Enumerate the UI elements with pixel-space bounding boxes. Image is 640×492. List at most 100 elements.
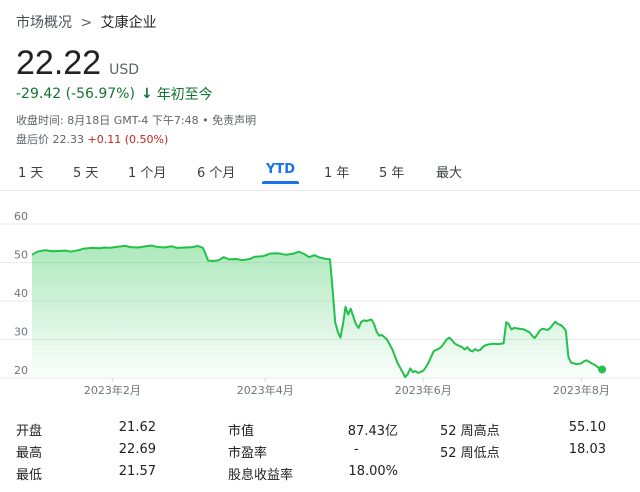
price-point bbox=[227, 258, 230, 261]
stat-value-open: 21.62 bbox=[118, 420, 156, 435]
price-point bbox=[479, 348, 482, 351]
stats-row: 最高 22.69 市盈率 - 52 周低点 18.03 bbox=[16, 442, 626, 462]
price-point bbox=[31, 253, 34, 256]
price-point bbox=[248, 258, 251, 261]
price-point bbox=[170, 245, 173, 248]
price-point bbox=[525, 330, 528, 333]
price-point bbox=[354, 323, 357, 326]
price-chart[interactable]: 20 30 40 50 60 2023年2月 2023年4月 2023年6月 2023年8月 bbox=[0, 200, 640, 410]
price-point bbox=[217, 259, 220, 262]
tab-1d[interactable]: 1 天 bbox=[18, 158, 43, 185]
price-change: -29.42 (-56.97%) ↓ 年初至今 bbox=[16, 84, 213, 104]
price-point bbox=[235, 258, 238, 261]
price-point bbox=[155, 245, 158, 248]
price-point bbox=[567, 355, 570, 358]
stat-value-52w-high: 55.10 bbox=[568, 420, 606, 435]
y-tick-label: 50 bbox=[14, 249, 28, 262]
breadcrumb-market-overview[interactable]: 市场概况 bbox=[16, 15, 72, 31]
price-point bbox=[411, 371, 414, 374]
breadcrumb-current: 艾康企业 bbox=[100, 15, 157, 31]
price-point bbox=[549, 326, 552, 329]
bullet-separator: • bbox=[202, 114, 209, 127]
arrow-down-icon: ↓ bbox=[140, 86, 153, 102]
price-point bbox=[386, 338, 389, 341]
price-point bbox=[585, 359, 588, 362]
price-point bbox=[538, 329, 541, 332]
price-point bbox=[341, 323, 344, 326]
stat-label-market-cap: 市值 bbox=[228, 424, 255, 439]
stat-label-low: 最低 bbox=[16, 468, 43, 483]
price-point bbox=[360, 321, 363, 324]
price-point bbox=[375, 330, 378, 333]
tab-5d[interactable]: 5 天 bbox=[73, 158, 98, 185]
price-point bbox=[404, 376, 407, 379]
price-point bbox=[562, 326, 565, 329]
price-point bbox=[512, 326, 515, 329]
tab-1y[interactable]: 1 年 bbox=[324, 158, 349, 185]
price-point bbox=[396, 361, 399, 364]
price-point bbox=[450, 338, 453, 341]
price-point bbox=[595, 365, 598, 368]
price-point bbox=[269, 252, 272, 255]
tabs-divider bbox=[0, 190, 640, 191]
price-point bbox=[437, 347, 440, 350]
stat-label-52w-low: 52 周低点 bbox=[440, 446, 500, 461]
stat-value-dividend-yield: 18.00% bbox=[348, 464, 398, 479]
price-point bbox=[582, 360, 585, 363]
change-period: 年初至今 bbox=[156, 87, 213, 103]
price-point bbox=[507, 323, 510, 326]
price-point bbox=[196, 244, 199, 247]
currency-label: USD bbox=[109, 62, 140, 78]
tab-1m[interactable]: 1 个月 bbox=[128, 158, 166, 185]
price-point bbox=[64, 249, 67, 252]
price-point bbox=[440, 345, 443, 348]
y-tick-label: 20 bbox=[14, 364, 28, 377]
price-point bbox=[554, 320, 557, 323]
tab-5y[interactable]: 5 年 bbox=[379, 158, 404, 185]
price-point bbox=[575, 363, 578, 366]
disclaimer-link[interactable]: 免责声明 bbox=[212, 114, 256, 127]
price-point bbox=[481, 345, 484, 348]
price-point bbox=[590, 362, 593, 365]
stat-value-market-cap: 87.43亿 bbox=[347, 424, 398, 439]
price-point bbox=[502, 342, 505, 345]
x-tick-label: 2023年8月 bbox=[553, 383, 610, 397]
price-point bbox=[455, 343, 458, 346]
after-hours-price: 盘后价 22.33 bbox=[16, 133, 84, 146]
price-point bbox=[334, 321, 337, 324]
close-time-line: 收盘时间: 8月18日 GMT-4 下午7:48 • 免责声明 bbox=[16, 112, 256, 128]
stat-label-high: 最高 bbox=[16, 446, 43, 461]
price-point bbox=[176, 246, 179, 249]
price-point bbox=[145, 245, 148, 248]
price-point bbox=[331, 288, 334, 291]
price-point bbox=[51, 250, 54, 253]
price-point bbox=[69, 250, 72, 253]
price-point bbox=[284, 253, 287, 256]
tab-6m[interactable]: 6 个月 bbox=[197, 158, 235, 185]
breadcrumb-separator: > bbox=[80, 15, 93, 31]
price-point bbox=[424, 366, 427, 369]
x-tick-label: 2023年2月 bbox=[84, 383, 141, 397]
price-point bbox=[448, 336, 451, 339]
breadcrumb: 市场概况 > 艾康企业 bbox=[16, 12, 157, 32]
tab-ytd[interactable]: YTD bbox=[261, 158, 300, 184]
after-hours-line: 盘后价 22.33 +0.11 (0.50%) bbox=[16, 131, 168, 147]
after-hours-change: +0.11 (0.50%) bbox=[87, 133, 169, 146]
price-point bbox=[468, 349, 471, 352]
price-point bbox=[546, 328, 549, 331]
range-tabs: 1 天 5 天 1 个月 6 个月 YTD 1 年 5 年 最大 bbox=[0, 158, 640, 186]
current-price: 22.22 bbox=[16, 44, 102, 82]
price-point bbox=[443, 342, 446, 345]
price-point bbox=[432, 350, 435, 353]
price-point bbox=[365, 320, 368, 323]
y-tick-label: 30 bbox=[14, 326, 28, 339]
price-point bbox=[323, 257, 326, 260]
price-point bbox=[129, 246, 132, 249]
price-point bbox=[163, 246, 166, 249]
price-point bbox=[476, 349, 479, 352]
price-point bbox=[344, 305, 347, 308]
stat-label-pe: 市盈率 bbox=[228, 446, 268, 461]
price-point bbox=[150, 244, 153, 247]
tab-max[interactable]: 最大 bbox=[436, 158, 462, 185]
price-point bbox=[414, 370, 417, 373]
